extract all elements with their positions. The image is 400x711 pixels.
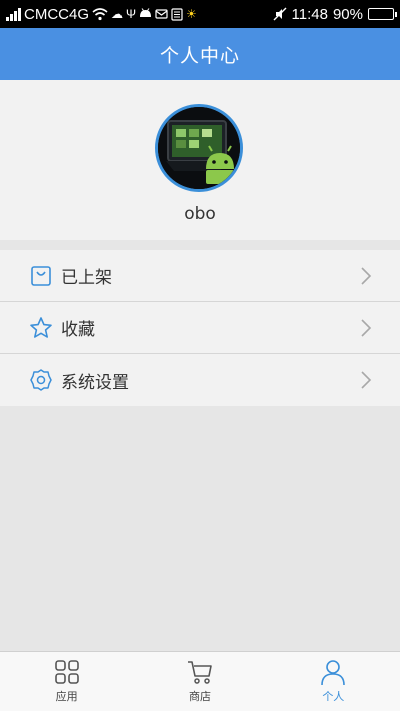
menu-list: 已上架 收藏 系统设置: [0, 250, 400, 406]
username: obo: [184, 204, 216, 224]
bottom-nav: 应用 商店 个人: [0, 651, 400, 711]
battery-icon: [368, 8, 397, 20]
mute-icon: [273, 7, 287, 21]
cloud-icon: ☁: [111, 7, 124, 21]
chevron-right-icon: [361, 319, 372, 337]
menu-item-label: 已上架: [61, 268, 112, 288]
mail-icon: [155, 9, 168, 19]
nav-item-store[interactable]: 商店: [133, 652, 266, 711]
battery-percent: 90%: [332, 5, 363, 23]
usb-icon: Ψ: [126, 7, 137, 21]
nav-label: 应用: [55, 690, 78, 703]
apps-icon: [54, 660, 79, 684]
profile-section: obo: [0, 80, 400, 240]
nav-label: 商店: [188, 690, 211, 703]
nav-item-personal[interactable]: 个人: [267, 652, 400, 711]
nav-label: 个人: [322, 690, 345, 703]
menu-item-favorites[interactable]: 收藏: [0, 302, 400, 354]
avatar-image: [158, 107, 240, 189]
title-bar: 个人中心: [0, 28, 400, 80]
page-title: 个人中心: [159, 44, 240, 67]
nav-item-apps[interactable]: 应用: [0, 652, 133, 711]
menu-item-label: 收藏: [61, 320, 95, 340]
menu-item-listed[interactable]: 已上架: [0, 250, 400, 302]
menu-item-label: 系统设置: [61, 372, 129, 393]
chevron-right-icon: [361, 267, 372, 285]
brightness-icon: ☀: [186, 7, 197, 21]
avatar[interactable]: [155, 104, 243, 192]
android-icon: [140, 8, 152, 17]
person-icon: [321, 660, 346, 686]
wifi-icon: [92, 7, 108, 20]
sim-icon: [171, 7, 183, 21]
chevron-right-icon: [361, 371, 372, 389]
status-bar: CMCC4G ☁ Ψ ☀ 11:48 90%: [0, 0, 400, 28]
bag-icon: [31, 266, 51, 286]
cart-icon: [187, 661, 212, 684]
star-icon: [30, 317, 52, 338]
carrier-label: CMCC4G: [24, 5, 90, 23]
signal-icon: [6, 7, 21, 21]
settings-icon: [30, 369, 52, 391]
menu-item-settings[interactable]: 系统设置: [0, 354, 400, 406]
status-time: 11:48: [291, 5, 328, 23]
